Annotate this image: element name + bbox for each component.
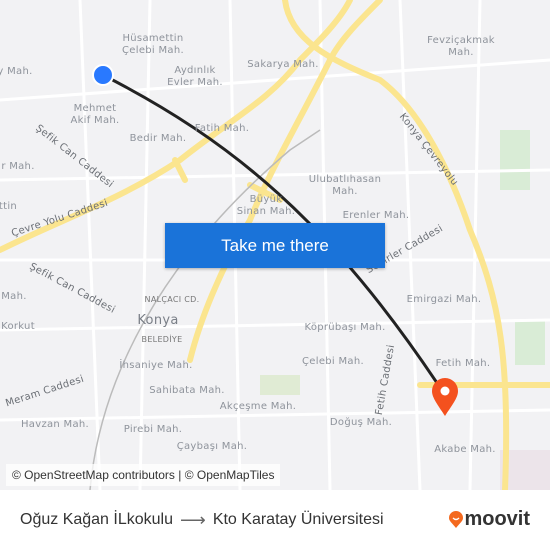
- park: [260, 375, 300, 395]
- map-label: Mah.: [332, 186, 358, 197]
- map-label: y Mah.: [0, 66, 33, 77]
- map-label: Ulubatlıhasan: [308, 174, 382, 185]
- map-label: Evler Mah.: [167, 77, 223, 88]
- map-label: Hüsamettin: [122, 33, 184, 44]
- moovit-pin-icon: [449, 510, 464, 528]
- map-label: NALÇACI CD.: [144, 295, 200, 304]
- map-label: Emirgazi Mah.: [406, 294, 482, 305]
- map-label: Erenler Mah.: [342, 210, 410, 221]
- map-label: Korkut: [1, 321, 35, 332]
- map-label: Fetih Mah.: [435, 358, 491, 369]
- map-label: İhsaniye Mah.: [119, 360, 193, 371]
- map-label: Havzan Mah.: [20, 419, 90, 430]
- map-label: Büyük: [249, 194, 283, 205]
- take-me-there-button[interactable]: Take me there: [165, 223, 385, 268]
- arrow-right-icon: ⟶: [180, 509, 206, 530]
- map[interactable]: Hüsamettin Çelebi Mah. Aydınlık Evler Ma…: [0, 0, 550, 490]
- map-attribution[interactable]: © OpenStreetMap contributors | © OpenMap…: [6, 464, 281, 486]
- origin-marker[interactable]: [92, 64, 114, 86]
- map-label: Çaybaşı Mah.: [176, 441, 248, 452]
- map-label: Çelebi Mah.: [302, 356, 364, 367]
- map-label: Sahibata Mah.: [149, 385, 225, 396]
- origin-name: Oğuz Kağan İLkokulu: [20, 511, 173, 528]
- map-label: Sakarya Mah.: [247, 59, 319, 70]
- map-label: r Mah.: [1, 161, 35, 172]
- map-label: ttin: [0, 201, 18, 212]
- map-label: Çelebi Mah.: [122, 45, 184, 56]
- moovit-wordmark: moovit: [464, 508, 530, 530]
- map-label: Pirebi Mah.: [123, 424, 183, 435]
- map-label: Mah.: [1, 291, 27, 302]
- map-label: Aydınlık: [174, 65, 216, 76]
- map-label: Akif Mah.: [70, 115, 120, 126]
- destination-name: Kto Karatay Üniversitesi: [212, 511, 384, 528]
- park: [515, 320, 545, 365]
- map-label: Bedir Mah.: [129, 133, 187, 144]
- map-label: Mehmet: [73, 103, 117, 114]
- city-label: Konya: [137, 313, 179, 328]
- moovit-logo: moovit: [448, 508, 530, 531]
- map-label: BELEDİYE: [141, 335, 183, 344]
- map-label: Akabe Mah.: [434, 444, 496, 455]
- map-label: Doğuş Mah.: [329, 417, 393, 428]
- map-label: Fatih Mah.: [194, 123, 250, 134]
- map-label: Köprübaşı Mah.: [304, 322, 386, 333]
- map-label: Mah.: [448, 47, 474, 58]
- map-label: Sinan Mah.: [236, 206, 296, 217]
- map-label: Akçeşme Mah.: [219, 401, 297, 412]
- map-label: Fevziçakmak: [427, 35, 495, 46]
- park: [500, 130, 530, 190]
